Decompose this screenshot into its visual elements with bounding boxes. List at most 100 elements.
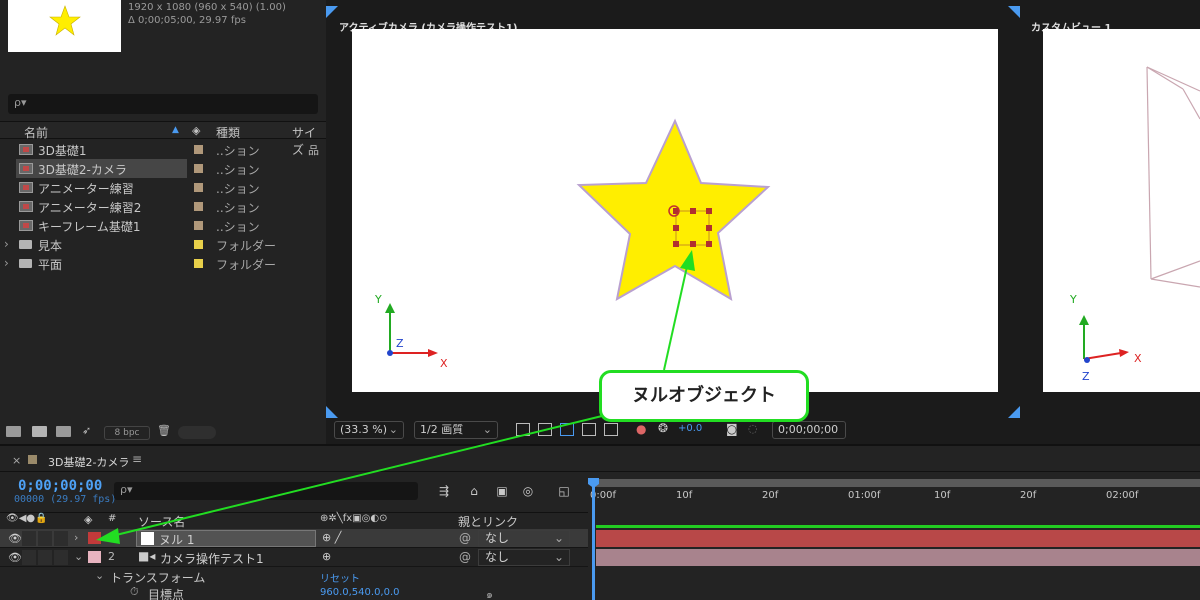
interpret-footage-icon[interactable]	[6, 426, 21, 437]
layer-switch-icons[interactable]: ⊕	[322, 550, 331, 563]
property-row[interactable]: ⏱ 目標点 960.0,540.0,0.0 ๑	[0, 585, 588, 600]
exposure-reset-icon[interactable]: ❂	[658, 421, 668, 435]
exposure-value[interactable]: +0.0	[678, 423, 702, 434]
null-object-callout: ヌルオブジェクト	[599, 370, 809, 422]
mask-path-icon[interactable]	[560, 423, 574, 436]
new-comp-icon[interactable]	[56, 426, 71, 437]
chevron-down-icon[interactable]: ⌄	[95, 569, 104, 582]
sort-arrow-icon[interactable]: ▲	[172, 125, 179, 135]
audio-switch[interactable]	[22, 550, 36, 565]
project-item[interactable]: 3D基礎2-カメラ ..ション	[0, 159, 326, 178]
label-tag-icon[interactable]: ◈	[84, 513, 92, 526]
graph-editor-icon[interactable]: ◱	[556, 484, 572, 498]
solo-switch[interactable]	[38, 550, 52, 565]
label-color-swatch[interactable]	[194, 240, 203, 249]
solo-switch[interactable]	[38, 531, 52, 546]
property-value[interactable]: 960.0,540.0,0.0	[320, 587, 400, 598]
comp-color-swatch	[28, 455, 37, 464]
visibility-eye-icon[interactable]: 👁	[8, 551, 22, 564]
layer-row[interactable]: 👁 › 1 ヌル 1 ⊕ ╱ @ なし ⌄	[0, 529, 588, 548]
project-item-name: アニメーター練習2	[38, 201, 142, 215]
layer-switch-icons[interactable]: ⊕ ╱	[322, 531, 341, 544]
layer-duration-bar[interactable]	[596, 530, 1200, 547]
composition-canvas[interactable]	[352, 29, 998, 392]
flowchart-icon[interactable]: 品	[308, 142, 319, 158]
project-item[interactable]: › 見本 フォルダー	[0, 235, 326, 254]
zoom-dropdown[interactable]: (33.3 %) ⌄	[334, 421, 404, 439]
project-search-input[interactable]: ρ▾	[8, 94, 318, 114]
layer-name-box[interactable]: ヌル 1	[136, 530, 316, 547]
viewer-corner-marker	[326, 6, 338, 18]
render-icon[interactable]: ➶	[82, 424, 94, 437]
column-source-name[interactable]: ソース名	[138, 513, 185, 530]
shy-layers-icon[interactable]: ⌂	[466, 484, 482, 498]
column-type[interactable]: 種類	[216, 124, 240, 141]
comp-flowchart-icon[interactable]: ⇶	[436, 484, 452, 498]
layer-label-color[interactable]	[88, 551, 101, 563]
transform-reset-link[interactable]: リセット	[320, 570, 360, 585]
project-item-type: ..ション	[216, 182, 260, 196]
time-tick-label: 10f	[676, 490, 693, 501]
playhead-line[interactable]	[592, 482, 595, 600]
project-item[interactable]: キーフレーム基礎1 ..ション	[0, 216, 326, 235]
panel-menu-icon[interactable]: ≡	[132, 452, 142, 466]
project-item[interactable]: アニメーター練習 ..ション	[0, 178, 326, 197]
project-item[interactable]: アニメーター練習2 ..ション	[0, 197, 326, 216]
layer-row[interactable]: 👁 ⌄ 2 ■◂ カメラ操作テスト1 ⊕ @ なし ⌄	[0, 548, 588, 567]
project-item[interactable]: 3D基礎1 ..ション	[0, 140, 326, 159]
label-color-swatch[interactable]	[194, 183, 203, 192]
folder-icon	[19, 259, 32, 268]
current-time-display[interactable]: 0;00;00;00	[18, 478, 102, 494]
project-item[interactable]: › 平面 フォルダー	[0, 254, 326, 273]
bit-depth-button[interactable]: 8 bpc	[104, 426, 150, 440]
layer-duration-bar[interactable]	[596, 549, 1200, 566]
composition-icon	[19, 144, 33, 155]
chevron-right-icon[interactable]: ›	[4, 256, 9, 270]
timeline-search-input[interactable]: ρ▾	[114, 482, 418, 500]
chevron-down-icon[interactable]: ⌄	[74, 550, 83, 563]
custom-view-canvas[interactable]	[1043, 29, 1200, 392]
color-channel-icon[interactable]: ●	[636, 422, 646, 436]
column-name[interactable]: 名前	[24, 124, 48, 141]
snapshot-camera-icon[interactable]: ◙	[726, 422, 738, 436]
motion-blur-icon[interactable]: ◎	[520, 484, 536, 498]
pick-whip-icon[interactable]: @	[459, 550, 471, 564]
timeline-tab[interactable]: 3D基礎2-カメラ	[48, 454, 129, 470]
layer-label-color[interactable]	[88, 532, 101, 544]
label-color-swatch[interactable]	[194, 164, 203, 173]
frame-blending-icon[interactable]: ▣	[494, 484, 510, 498]
viewer-timecode[interactable]: 0;00;00;00	[772, 421, 846, 439]
chevron-right-icon[interactable]: ›	[4, 237, 9, 251]
visibility-eye-icon[interactable]: 👁	[8, 532, 22, 545]
property-label: 目標点	[148, 588, 185, 600]
thumbnail-slider[interactable]	[178, 426, 216, 439]
project-item-type: ..ション	[216, 144, 260, 158]
transform-group-row[interactable]: ⌄ トランスフォーム リセット	[0, 568, 588, 585]
label-color-swatch[interactable]	[194, 259, 203, 268]
expression-spiral-icon[interactable]: ๑	[486, 585, 493, 600]
label-color-swatch[interactable]	[194, 221, 203, 230]
project-item-type: ..ション	[216, 163, 260, 177]
show-snapshot-icon[interactable]: ◌	[748, 422, 758, 435]
fast-preview-icon[interactable]	[516, 423, 530, 436]
label-color-swatch[interactable]	[194, 202, 203, 211]
stopwatch-icon[interactable]: ⏱	[130, 585, 139, 599]
new-folder-icon[interactable]	[32, 426, 47, 437]
audio-switch[interactable]	[22, 531, 36, 546]
chevron-right-icon[interactable]: ›	[74, 531, 78, 544]
label-tag-icon[interactable]: ◈	[192, 124, 200, 137]
region-of-interest-icon[interactable]	[582, 423, 596, 436]
resolution-dropdown[interactable]: 1/2 画質 ⌄	[414, 421, 498, 439]
trash-icon[interactable]: 🗑	[157, 424, 171, 437]
column-parent[interactable]: 親とリンク	[458, 513, 518, 530]
parent-dropdown[interactable]: なし ⌄	[478, 549, 570, 566]
close-tab-icon[interactable]: ×	[12, 454, 21, 467]
label-color-swatch[interactable]	[194, 145, 203, 154]
work-area-bar[interactable]	[594, 479, 1200, 487]
grid-guides-icon[interactable]	[604, 423, 618, 436]
lock-switch[interactable]	[54, 550, 68, 565]
parent-dropdown[interactable]: なし ⌄	[478, 530, 570, 547]
pick-whip-icon[interactable]: @	[459, 531, 471, 545]
transparency-grid-icon[interactable]	[538, 423, 552, 436]
lock-switch[interactable]	[54, 531, 68, 546]
